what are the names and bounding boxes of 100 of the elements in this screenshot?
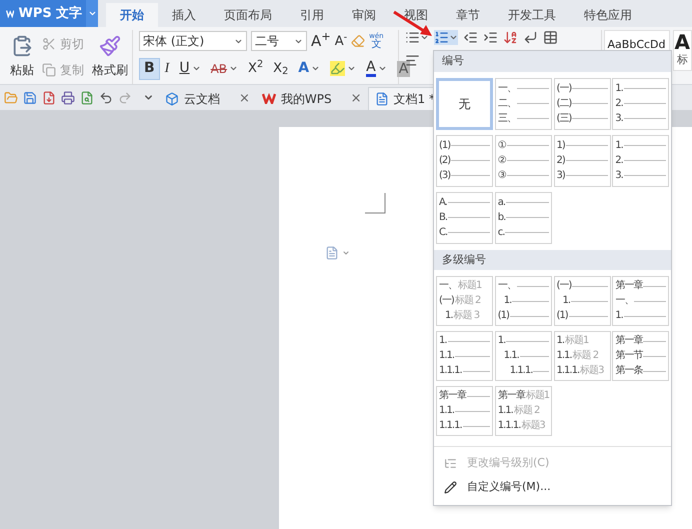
close-tab-button[interactable]: × xyxy=(239,88,250,108)
placeholder-line xyxy=(624,160,666,161)
ribbon-tab[interactable]: 章节 xyxy=(442,3,494,27)
paragraph-mark-icon[interactable] xyxy=(523,30,538,45)
menu-item[interactable]: 自定义编号(M)... xyxy=(434,475,671,499)
pointer-arrow xyxy=(392,10,434,38)
w-logo-icon xyxy=(6,8,14,19)
numbering-preset[interactable]: ① ② ③ xyxy=(494,134,552,186)
script-format-button[interactable]: X$_{2}$ xyxy=(268,58,294,80)
numbering-preset[interactable]: (1) (2) (3) xyxy=(436,134,493,186)
clipboard-button[interactable]: 格式刷 xyxy=(88,35,132,79)
bullet-list-icon[interactable] xyxy=(405,30,420,45)
number-label: (3) xyxy=(439,170,450,180)
placeholder-line xyxy=(451,160,490,161)
document-icon xyxy=(374,92,389,106)
print-icon[interactable] xyxy=(61,90,75,104)
numbering-preset[interactable]: 无 xyxy=(436,78,493,130)
numbering-preset[interactable]: 1.标题1 1.1.标题 2 1.1.1.标题3 xyxy=(554,331,610,381)
numbering-preset[interactable]: 1) 2) 3) xyxy=(554,134,610,186)
numbering-preset[interactable]: (一) 1. (1) xyxy=(554,276,610,326)
save-icon[interactable] xyxy=(23,90,37,104)
placeholder-line xyxy=(516,118,549,119)
sort-icon[interactable] xyxy=(503,30,518,45)
number-label: 1.1.1. xyxy=(439,366,462,376)
number-label: 3. xyxy=(615,170,623,180)
number-label: 第一条 xyxy=(615,366,642,376)
ribbon-tab[interactable]: 开发工具 xyxy=(494,3,570,27)
numbering-preset[interactable]: a. b. c. xyxy=(494,192,552,244)
numbering-preset[interactable]: 一、标题1 (一)标题 2 1.标题 3 xyxy=(436,276,493,326)
numbering-preset[interactable]: 第一章 1.1. 1.1.1. xyxy=(436,386,493,436)
undo-icon[interactable] xyxy=(99,90,113,104)
export-pdf-icon[interactable] xyxy=(42,90,56,104)
numbered-list-icon[interactable] xyxy=(434,30,449,45)
placeholder-line xyxy=(516,88,549,89)
ribbon-tab[interactable]: 审阅 xyxy=(338,3,390,27)
app-menu-button[interactable]: WPS 文字 xyxy=(0,0,98,27)
print-preview-icon[interactable] xyxy=(80,90,94,104)
placeholder-line xyxy=(566,160,608,161)
number-label: 1. xyxy=(615,311,623,321)
numbering-preset[interactable]: (一) (二) (三) xyxy=(554,78,610,130)
ribbon-tab[interactable]: 引用 xyxy=(286,3,338,27)
placeholder-line xyxy=(634,300,666,302)
caret-icon xyxy=(342,249,350,257)
paste-options-icon[interactable] xyxy=(325,246,339,260)
placeholder-line xyxy=(624,88,666,89)
ribbon-tab[interactable]: 特色应用 xyxy=(570,3,646,27)
effect-format-button[interactable]: A xyxy=(293,58,326,80)
underline-format-button[interactable]: U xyxy=(174,58,206,80)
number-label: (1) xyxy=(498,311,509,321)
number-label: 2) xyxy=(556,156,565,166)
heading-label: 标题 3 xyxy=(454,311,480,321)
ribbon-tab[interactable]: 视图 xyxy=(390,3,442,27)
numbering-preset[interactable]: 第一章 第一节 第一条 xyxy=(612,331,670,381)
number-label: (一) xyxy=(439,296,454,306)
font-family-select[interactable]: 宋体 (正文) xyxy=(139,31,247,52)
caret-icon xyxy=(449,33,458,42)
clipboard-button[interactable]: 粘贴 xyxy=(6,35,38,79)
script-format-button[interactable]: X$^{2}$ xyxy=(243,58,268,80)
strike-format-button[interactable]: AB xyxy=(206,58,244,80)
number-label: (一) xyxy=(556,281,572,291)
placeholder-line xyxy=(506,202,549,203)
numbering-preset[interactable]: 第一章标题1 1.1.标题 2 1.1.1.标题3 xyxy=(494,386,552,436)
ribbon-tab[interactable]: 插入 xyxy=(158,3,210,27)
increase-indent-icon[interactable] xyxy=(483,30,498,45)
shade-format-button[interactable]: A xyxy=(392,58,416,80)
numbering-preset[interactable]: 一、 1. (1) xyxy=(494,276,552,326)
document-tab[interactable]: 云文档 × xyxy=(159,87,256,110)
placeholder-line xyxy=(506,217,549,218)
number-label: 1.1.1. xyxy=(439,421,462,431)
numbering-preset[interactable]: 1. 1.1. 1.1.1. xyxy=(494,331,552,381)
numbering-preset[interactable]: 第一章 一、 1. xyxy=(612,276,670,326)
close-tab-button[interactable]: × xyxy=(350,88,362,108)
clipboard-icon xyxy=(42,63,56,77)
grow-font-button[interactable]: A$^{+}$ xyxy=(311,30,331,52)
numbering-preset[interactable]: 1. 2. 3. xyxy=(612,134,670,186)
ribbon-tab[interactable]: 开始 xyxy=(106,3,158,27)
table-icon[interactable] xyxy=(543,30,558,45)
number-label: 1.1. xyxy=(556,351,572,361)
placeholder-line xyxy=(571,300,608,302)
bold-format-button[interactable]: B xyxy=(139,58,160,80)
heading-label: 标题1 xyxy=(526,391,550,401)
numbering-preset[interactable]: 1. 1.1. 1.1.1. xyxy=(436,331,493,381)
caret-icon xyxy=(420,33,429,42)
number-label: C. xyxy=(439,228,448,238)
color-format-button[interactable]: A xyxy=(361,58,392,80)
pencil-icon xyxy=(444,480,457,494)
decrease-indent-icon[interactable] xyxy=(463,30,478,45)
numbering-preset[interactable]: 1. 2. 3. xyxy=(612,78,670,130)
style-preview[interactable]: A 标 xyxy=(672,30,692,70)
font-size-select[interactable]: 二号 xyxy=(251,31,307,52)
italic-format-button[interactable]: I xyxy=(160,58,174,80)
numbering-preset[interactable]: A. B. C. xyxy=(436,192,493,244)
numbering-preset[interactable]: 一、 二、 三、 xyxy=(494,78,552,130)
number-label: (一) xyxy=(556,84,572,94)
ribbon-tab[interactable]: 页面布局 xyxy=(210,3,286,27)
placeholder-line xyxy=(516,103,549,104)
shrink-font-button[interactable]: A$^{-}$ xyxy=(334,32,348,51)
document-tab[interactable]: 我的WPS × xyxy=(256,87,368,110)
heading-label: 标题1 xyxy=(565,336,588,346)
section-header: 多级编号 xyxy=(434,250,671,270)
